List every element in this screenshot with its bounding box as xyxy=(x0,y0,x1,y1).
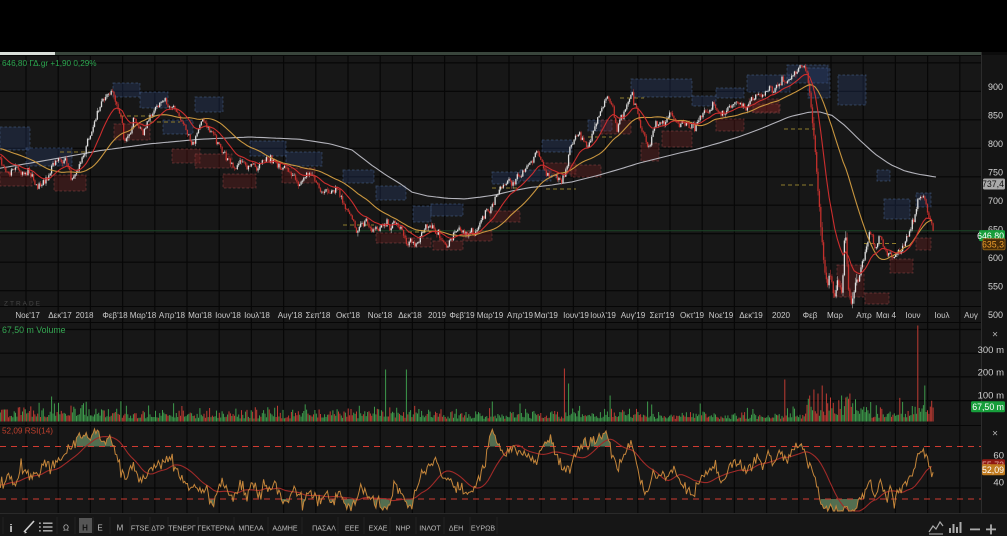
svg-text:737,4: 737,4 xyxy=(982,179,1004,189)
svg-text:ΜΠΕΛΑ: ΜΠΕΛΑ xyxy=(238,525,264,533)
svg-text:Ε: Ε xyxy=(97,524,102,533)
svg-text:Μαι'18: Μαι'18 xyxy=(188,311,212,320)
svg-text:Ιουλ'19: Ιουλ'19 xyxy=(590,311,616,320)
svg-text:2018: 2018 xyxy=(75,311,94,320)
svg-text:Μαι 4: Μαι 4 xyxy=(876,311,896,320)
svg-text:ZTRADE: ZTRADE xyxy=(4,301,42,308)
svg-text:Σεπ'19: Σεπ'19 xyxy=(650,311,675,320)
svg-text:500: 500 xyxy=(988,310,1003,320)
svg-text:FTSE: FTSE xyxy=(131,525,149,533)
svg-text:Οκτ'19: Οκτ'19 xyxy=(680,311,705,320)
svg-text:ΠΑΣΑΛ: ΠΑΣΑΛ xyxy=(312,525,336,533)
svg-text:Σεπ'18: Σεπ'18 xyxy=(306,311,331,320)
svg-text:Ιουν: Ιουν xyxy=(905,311,920,320)
svg-text:67,50 m: 67,50 m xyxy=(972,402,1004,412)
svg-text:ΔΕΗ: ΔΕΗ xyxy=(449,525,464,533)
svg-text:Δεκ'18: Δεκ'18 xyxy=(398,311,422,320)
svg-text:300 m: 300 m xyxy=(978,345,1004,356)
svg-text:850: 850 xyxy=(988,111,1003,121)
svg-text:ΕΧΑΕ: ΕΧΑΕ xyxy=(369,525,388,533)
svg-text:Φεβ'18: Φεβ'18 xyxy=(102,311,128,320)
svg-text:Ιουλ: Ιουλ xyxy=(934,311,949,320)
svg-text:ΤΕΝΕΡΓ: ΤΕΝΕΡΓ xyxy=(168,525,196,533)
svg-text:ΕΥΡΩΒ: ΕΥΡΩΒ xyxy=(471,525,495,533)
svg-text:Αυγ'19: Αυγ'19 xyxy=(621,311,646,320)
svg-text:52,09: 52,09 xyxy=(982,465,1004,475)
svg-text:Δεκ'19: Δεκ'19 xyxy=(739,311,763,320)
svg-text:Απρ'18: Απρ'18 xyxy=(159,311,186,320)
svg-text:ΙΝΛΟΤ: ΙΝΛΟΤ xyxy=(419,525,441,533)
svg-text:800: 800 xyxy=(988,139,1003,149)
svg-text:Νοε'18: Νοε'18 xyxy=(368,311,393,320)
svg-text:Μαρ'19: Μαρ'19 xyxy=(477,311,504,320)
svg-text:Αυγ'18: Αυγ'18 xyxy=(278,311,303,320)
svg-text:750: 750 xyxy=(988,168,1003,178)
svg-text:Δεκ'17: Δεκ'17 xyxy=(48,311,72,320)
svg-text:200 m: 200 m xyxy=(978,368,1004,379)
svg-text:550: 550 xyxy=(988,282,1003,292)
svg-text:Φεβ: Φεβ xyxy=(803,311,818,320)
svg-text:Οκτ'18: Οκτ'18 xyxy=(336,311,361,320)
svg-text:52,09 RSI(14): 52,09 RSI(14) xyxy=(2,427,53,436)
svg-text:ΑΔΜΗΕ: ΑΔΜΗΕ xyxy=(272,525,298,533)
svg-text:Μαρ'18: Μαρ'18 xyxy=(130,311,157,320)
svg-text:ΝΗΡ: ΝΗΡ xyxy=(396,525,411,533)
svg-text:635,3: 635,3 xyxy=(982,240,1004,250)
svg-text:Ιουν'19: Ιουν'19 xyxy=(563,311,589,320)
svg-text:Ιουλ'18: Ιουλ'18 xyxy=(244,311,270,320)
svg-text:700: 700 xyxy=(988,196,1003,206)
svg-text:Αυγ: Αυγ xyxy=(964,311,979,320)
svg-text:ΓΕΚΤΕΡΝΑ: ΓΕΚΤΕΡΝΑ xyxy=(197,525,234,533)
svg-text:40: 40 xyxy=(993,477,1004,488)
svg-text:Νοε'17: Νοε'17 xyxy=(15,311,40,320)
svg-text:Μαι'19: Μαι'19 xyxy=(534,311,558,320)
svg-text:Νοε'19: Νοε'19 xyxy=(709,311,734,320)
svg-text:2020: 2020 xyxy=(772,311,791,320)
svg-text:×: × xyxy=(992,330,998,341)
svg-text:Μαρ: Μαρ xyxy=(827,311,843,320)
svg-text:2019: 2019 xyxy=(428,311,447,320)
svg-text:67,50 m Volume: 67,50 m Volume xyxy=(2,325,66,335)
svg-text:Φεβ'19: Φεβ'19 xyxy=(449,311,475,320)
svg-text:100 m: 100 m xyxy=(978,391,1004,402)
svg-text:Η: Η xyxy=(82,524,88,533)
svg-text:ΕΕΕ: ΕΕΕ xyxy=(345,525,359,533)
svg-text:Ω: Ω xyxy=(63,524,69,533)
svg-text:900: 900 xyxy=(988,82,1003,92)
svg-text:646,80 ΓΔ.gr +1,90 0,29%: 646,80 ΓΔ.gr +1,90 0,29% xyxy=(2,59,97,68)
svg-text:Απρ: Απρ xyxy=(856,311,872,320)
svg-text:Απρ'19: Απρ'19 xyxy=(507,311,534,320)
svg-text:Ιουν'18: Ιουν'18 xyxy=(215,311,241,320)
svg-text:i: i xyxy=(9,523,12,535)
svg-text:ΔΤΡ: ΔΤΡ xyxy=(151,525,165,533)
svg-text:600: 600 xyxy=(988,253,1003,263)
svg-text:Μ: Μ xyxy=(117,524,124,533)
svg-text:×: × xyxy=(992,429,998,440)
